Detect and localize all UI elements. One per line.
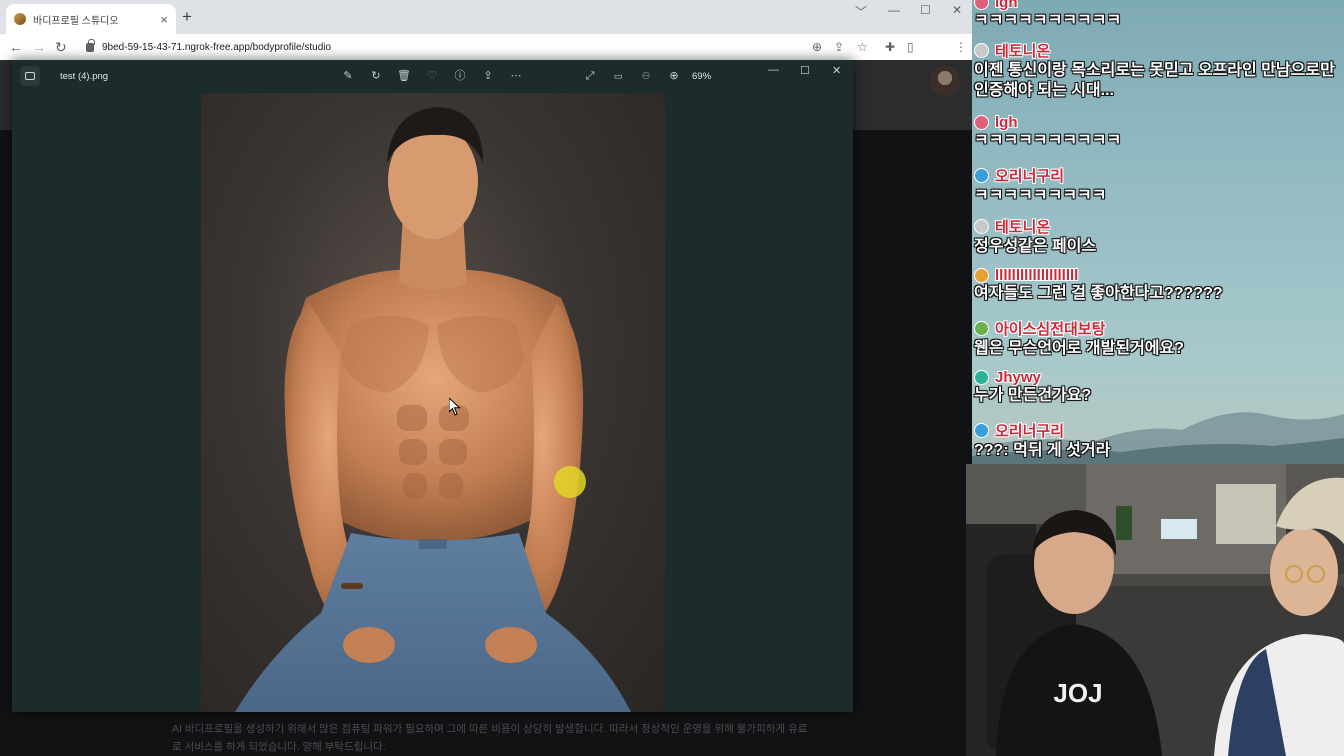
cursor-highlight <box>554 466 586 498</box>
zoom-icon[interactable]: ⊕ <box>812 39 822 55</box>
chat-username: lgh <box>995 0 1018 11</box>
chat-username: lgh <box>995 114 1018 131</box>
actual-size-icon[interactable]: ▭ <box>610 68 626 84</box>
rotate-icon[interactable]: ↻ <box>368 68 384 84</box>
service-notice: AI 바디프로필을 생성하기 위해서 많은 컴퓨팅 파워가 필요하며 그에 따른… <box>172 723 808 753</box>
viewer-minimize-button[interactable]: — <box>768 64 779 76</box>
user-badge-icon <box>974 43 989 58</box>
edit-icon[interactable]: ✎ <box>340 68 356 84</box>
viewer-maximize-button[interactable]: ☐ <box>800 64 810 77</box>
extensions-icon[interactable]: ✚ <box>885 39 895 55</box>
chat-text: ???: 먹뒤 게 섯거라 <box>974 442 1111 459</box>
chat-username: 테토니온 <box>995 219 1051 236</box>
zoom-out-icon[interactable]: ⊖ <box>638 68 654 84</box>
chat-message: Jhywy 누가 만든건가요? <box>974 369 1091 406</box>
side-panel-icon[interactable]: ▯ <box>907 39 914 55</box>
chat-username: 오리너구리 <box>995 423 1065 440</box>
menu-kebab-icon[interactable]: ⋮ <box>955 39 967 55</box>
zoom-in-icon[interactable]: ⊕ <box>666 68 682 84</box>
share-icon[interactable]: ⇪ <box>834 39 844 55</box>
maximize-button[interactable]: ☐ <box>920 3 931 17</box>
generated-body-profile-image <box>201 93 665 712</box>
chat-text: 여자들도 그런 걸 좋아한다고?????? <box>974 285 1223 302</box>
shirt-text: JOJ <box>1053 678 1102 708</box>
user-avatar[interactable] <box>930 66 960 96</box>
chat-message: lgh ㅋㅋㅋㅋㅋㅋㅋㅋㅋㅋ <box>974 114 1121 151</box>
delete-icon[interactable]: 🗑 <box>396 68 412 84</box>
photo-viewer-window: test (4).png ✎ ↻ 🗑 ♡ ⓘ ⇪ ⋯ ⤢ ▭ ⊖ ⊕ 69% —… <box>12 60 853 712</box>
chat-username: Jhywy <box>995 369 1041 386</box>
chat-message: 테토니온 정우성같은 페이스 <box>974 216 1096 257</box>
chat-text: ㅋㅋㅋㅋㅋㅋㅋㅋㅋ <box>974 187 1107 204</box>
reload-button[interactable]: ↻ <box>55 38 67 56</box>
address-bar[interactable]: 9bed-59-15-43-71.ngrok-free.app/bodyprof… <box>80 37 770 57</box>
minimize-button[interactable]: — <box>888 3 900 17</box>
chat-text: 정우성같은 페이스 <box>974 238 1097 255</box>
close-window-button[interactable]: ✕ <box>952 3 962 17</box>
site-favicon-icon <box>14 13 26 25</box>
user-badge-icon <box>974 268 989 283</box>
chat-message: 아이스심전대보탕 웹은 무슨언어로 개발된거에요? <box>974 318 1184 359</box>
chat-username: 테토니온 <box>995 43 1051 60</box>
more-options-icon[interactable]: ⋯ <box>508 68 524 84</box>
tab-strip: 바디프로필 스튜디오 × + ﹀ — ☐ ✕ <box>0 0 972 34</box>
user-badge-icon <box>974 423 989 438</box>
viewer-filename: test (4).png <box>60 71 109 82</box>
chat-text: 이젠 통신이랑 목소리로는 못믿고 오프라인 만남으로만 인증해야 되는 시대.… <box>974 62 1335 99</box>
chat-username: llllllllllllllllllll <box>995 267 1079 284</box>
chat-message: 오리너구리 ???: 먹뒤 게 섯거라 <box>974 420 1110 461</box>
chat-text: 웹은 무슨언어로 개발된거에요? <box>974 340 1185 357</box>
user-badge-icon <box>974 219 989 234</box>
bookmark-star-icon[interactable]: ☆ <box>857 39 868 55</box>
new-tab-button[interactable]: + <box>182 8 192 26</box>
forward-button[interactable]: → <box>32 38 46 56</box>
chat-message: 테토니온 이젠 통신이랑 목소리로는 못믿고 오프라인 만남으로만 인증해야 되… <box>974 40 1336 101</box>
favorite-heart-icon[interactable]: ♡ <box>424 68 440 84</box>
viewer-close-button[interactable]: ✕ <box>832 64 841 77</box>
chat-message: lgh ㅋㅋㅋㅋㅋㅋㅋㅋㅋㅋ <box>974 0 1121 31</box>
zoom-level: 69% <box>692 71 712 82</box>
tab-search-icon[interactable]: ﹀ <box>855 3 867 20</box>
user-badge-icon <box>974 370 989 385</box>
browser-tab[interactable]: 바디프로필 스튜디오 × <box>6 4 176 34</box>
user-badge-icon <box>974 0 989 10</box>
chat-username: 아이스심전대보탕 <box>995 321 1106 338</box>
chat-message: llllllllllllllllllll 여자들도 그런 걸 좋아한다고????… <box>974 267 1223 304</box>
chat-text: 누가 만든건가요? <box>974 387 1092 404</box>
lock-icon <box>86 38 95 52</box>
webcam-feed: JOJ <box>966 464 1344 756</box>
tab-close-icon[interactable]: × <box>160 12 168 27</box>
chat-username: 오리너구리 <box>995 168 1065 185</box>
photos-app-icon[interactable] <box>20 66 40 86</box>
fullscreen-icon[interactable]: ⤢ <box>582 68 598 84</box>
poster <box>1216 484 1276 544</box>
share-icon[interactable]: ⇪ <box>480 68 496 84</box>
user-badge-icon <box>974 168 989 183</box>
user-badge-icon <box>974 321 989 336</box>
stream-chat-overlay: lgh ㅋㅋㅋㅋㅋㅋㅋㅋㅋㅋ 테토니온 이젠 통신이랑 목소리로는 못믿고 오프… <box>972 0 1344 464</box>
viewer-titlebar: test (4).png ✎ ↻ 🗑 ♡ ⓘ ⇪ ⋯ ⤢ ▭ ⊖ ⊕ 69% —… <box>12 60 853 92</box>
chat-text: ㅋㅋㅋㅋㅋㅋㅋㅋㅋㅋ <box>974 132 1122 149</box>
url-text: 9bed-59-15-43-71.ngrok-free.app/bodyprof… <box>102 41 332 53</box>
tab-title: 바디프로필 스튜디오 <box>33 15 119 27</box>
info-icon[interactable]: ⓘ <box>452 68 468 84</box>
user-badge-icon <box>974 115 989 130</box>
chat-message: 오리너구리 ㅋㅋㅋㅋㅋㅋㅋㅋㅋ <box>974 165 1106 206</box>
chat-text: ㅋㅋㅋㅋㅋㅋㅋㅋㅋㅋ <box>974 12 1122 29</box>
browser-toolbar: ← → ↻ 9bed-59-15-43-71.ngrok-free.app/bo… <box>0 34 972 87</box>
back-button[interactable]: ← <box>9 38 23 56</box>
